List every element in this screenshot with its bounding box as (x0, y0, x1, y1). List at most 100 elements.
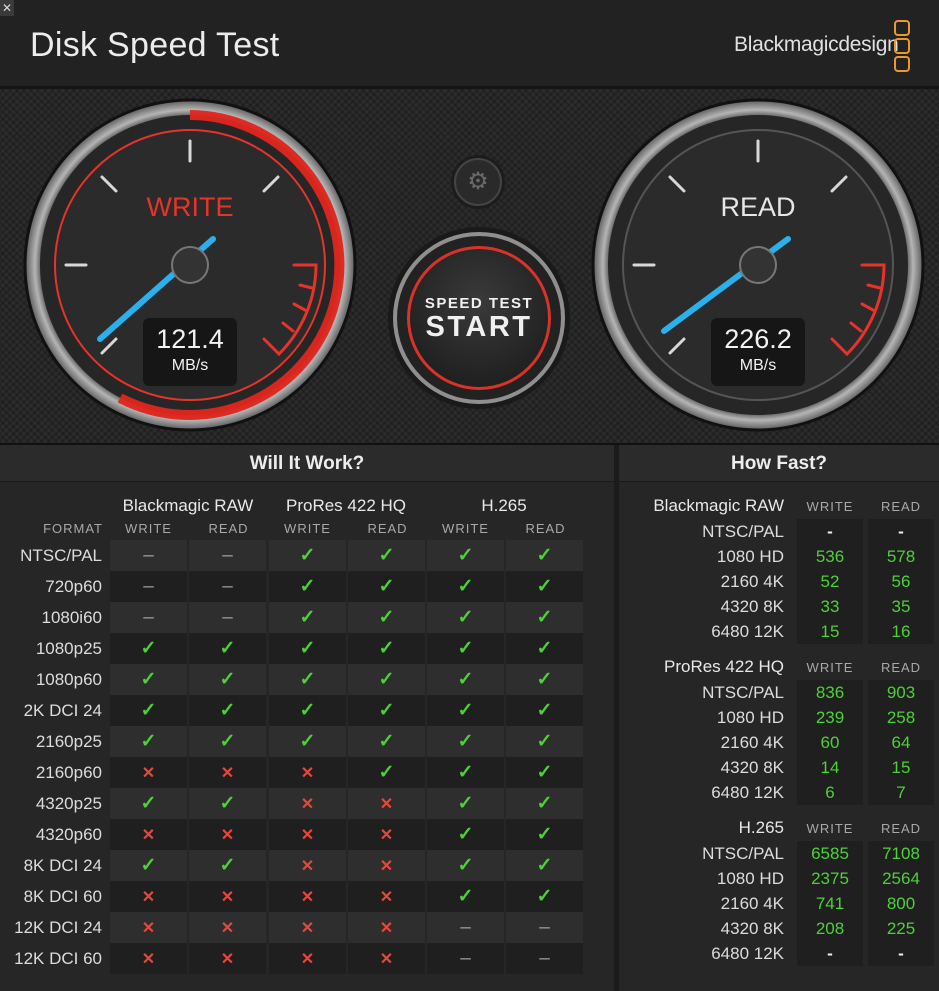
settings-button[interactable]: ⚙ (454, 158, 502, 206)
compat-cell: ✓ (427, 664, 504, 695)
cross-icon: ✕ (141, 765, 156, 782)
check-icon: ✓ (140, 700, 157, 721)
cross-icon: ✕ (379, 827, 394, 844)
check-icon: ✓ (536, 669, 553, 690)
compat-cell: ✕ (269, 757, 346, 788)
start-speed-test-button[interactable]: SPEED TEST START (393, 232, 565, 404)
compat-cell: ✓ (269, 571, 346, 602)
how-fast-row: 1080 HD 536 578 (619, 544, 939, 569)
compat-cell: ✓ (506, 757, 583, 788)
check-icon: ✓ (219, 731, 236, 752)
will-it-work-row: 2160p60 ✕ ✕ ✕ ✓ ✓ ✓ (0, 757, 614, 788)
compat-cell: ✓ (269, 540, 346, 571)
read-fps-value: 800 (868, 891, 934, 916)
how-fast-row: 6480 12K 15 16 (619, 619, 939, 644)
close-icon[interactable]: ✕ (0, 0, 14, 16)
check-icon: ✓ (219, 855, 236, 876)
compat-cell: ✓ (269, 664, 346, 695)
cross-icon: ✕ (220, 827, 235, 844)
compat-cell: ✓ (189, 850, 266, 881)
cross-icon: ✕ (300, 951, 315, 968)
read-fps-value: 225 (868, 916, 934, 941)
read-fps-value: 258 (868, 705, 934, 730)
write-label: WRITE (146, 192, 234, 222)
compat-cell: ✕ (110, 757, 187, 788)
check-icon: ✓ (457, 700, 474, 721)
check-icon: ✓ (219, 669, 236, 690)
cross-icon: ✕ (300, 827, 315, 844)
compat-cell: ✕ (269, 850, 346, 881)
write-fps-value: 6 (797, 780, 863, 805)
how-fast-group-header: H.265 (738, 818, 784, 837)
compat-cell: – (189, 571, 266, 602)
check-icon: ✓ (299, 638, 316, 659)
compat-cell: ✕ (269, 881, 346, 912)
format-label: 2160 4K (720, 733, 784, 752)
check-icon: ✓ (219, 700, 236, 721)
format-label: 6480 12K (711, 783, 784, 802)
dash-icon: – (222, 545, 233, 566)
format-label: 8K DCI 24 (23, 856, 102, 875)
format-label: 12K DCI 60 (14, 949, 102, 968)
compat-cell: ✓ (110, 726, 187, 757)
compat-cell: ✕ (110, 881, 187, 912)
write-fps-value: 15 (797, 619, 863, 644)
write-fps-value: 239 (797, 705, 863, 730)
cross-icon: ✕ (379, 920, 394, 937)
read-subheader: READ (880, 499, 922, 514)
compat-cell: ✕ (110, 912, 187, 943)
format-label: 4320 8K (720, 919, 784, 938)
read-subheader: READ (525, 521, 566, 536)
how-fast-group-header: ProRes 422 HQ (664, 657, 784, 676)
dash-icon: – (143, 576, 154, 597)
compat-cell: ✕ (348, 788, 425, 819)
check-icon: ✓ (457, 824, 474, 845)
read-fps-value: 64 (868, 730, 934, 755)
compat-cell: ✕ (269, 943, 346, 974)
write-subheader: WRITE (442, 521, 489, 536)
how-fast-row: NTSC/PAL 6585 7108 (619, 841, 939, 866)
compat-cell: – (110, 540, 187, 571)
compat-cell: ✓ (506, 850, 583, 881)
compat-cell: – (506, 912, 583, 943)
start-button-label: START (425, 311, 533, 343)
format-label: NTSC/PAL (20, 546, 102, 565)
read-subheader: READ (367, 521, 408, 536)
will-it-work-row: 12K DCI 60 ✕ ✕ ✕ ✕ – – (0, 943, 614, 974)
gear-icon: ⚙ (467, 168, 489, 195)
compat-cell: – (110, 571, 187, 602)
check-icon: ✓ (536, 607, 553, 628)
compat-cell: ✓ (427, 633, 504, 664)
dash-icon: – (460, 917, 471, 938)
read-fps-value: 578 (868, 544, 934, 569)
compat-cell: ✕ (189, 943, 266, 974)
write-subheader: WRITE (125, 521, 172, 536)
check-icon: ✓ (378, 545, 395, 566)
compat-cell: ✓ (269, 726, 346, 757)
compat-cell: ✓ (506, 633, 583, 664)
compat-cell: ✕ (348, 850, 425, 881)
write-subheader: WRITE (806, 821, 854, 836)
check-icon: ✓ (457, 607, 474, 628)
cross-icon: ✕ (300, 920, 315, 937)
compat-cell: ✓ (348, 571, 425, 602)
check-icon: ✓ (457, 855, 474, 876)
cross-icon: ✕ (141, 951, 156, 968)
write-subheader: WRITE (806, 660, 854, 675)
read-fps-value: 7108 (868, 841, 934, 866)
how-fast-row: 4320 8K 33 35 (619, 594, 939, 619)
format-label: 2160 4K (720, 572, 784, 591)
compat-cell: ✓ (427, 819, 504, 850)
cross-icon: ✕ (141, 889, 156, 906)
format-label: NTSC/PAL (702, 683, 784, 702)
compat-cell: ✓ (189, 664, 266, 695)
write-fps-value: 52 (797, 569, 863, 594)
write-fps-value: 208 (797, 916, 863, 941)
write-fps-value: - (797, 941, 863, 966)
write-readout: 121.4 MB/s (143, 318, 237, 386)
how-fast-row: 2160 4K 52 56 (619, 569, 939, 594)
will-it-work-row: 12K DCI 24 ✕ ✕ ✕ ✕ – – (0, 912, 614, 943)
compat-cell: ✓ (506, 571, 583, 602)
will-it-work-row: 1080i60 – – ✓ ✓ ✓ ✓ (0, 602, 614, 633)
app-title: Disk Speed Test (30, 26, 280, 64)
